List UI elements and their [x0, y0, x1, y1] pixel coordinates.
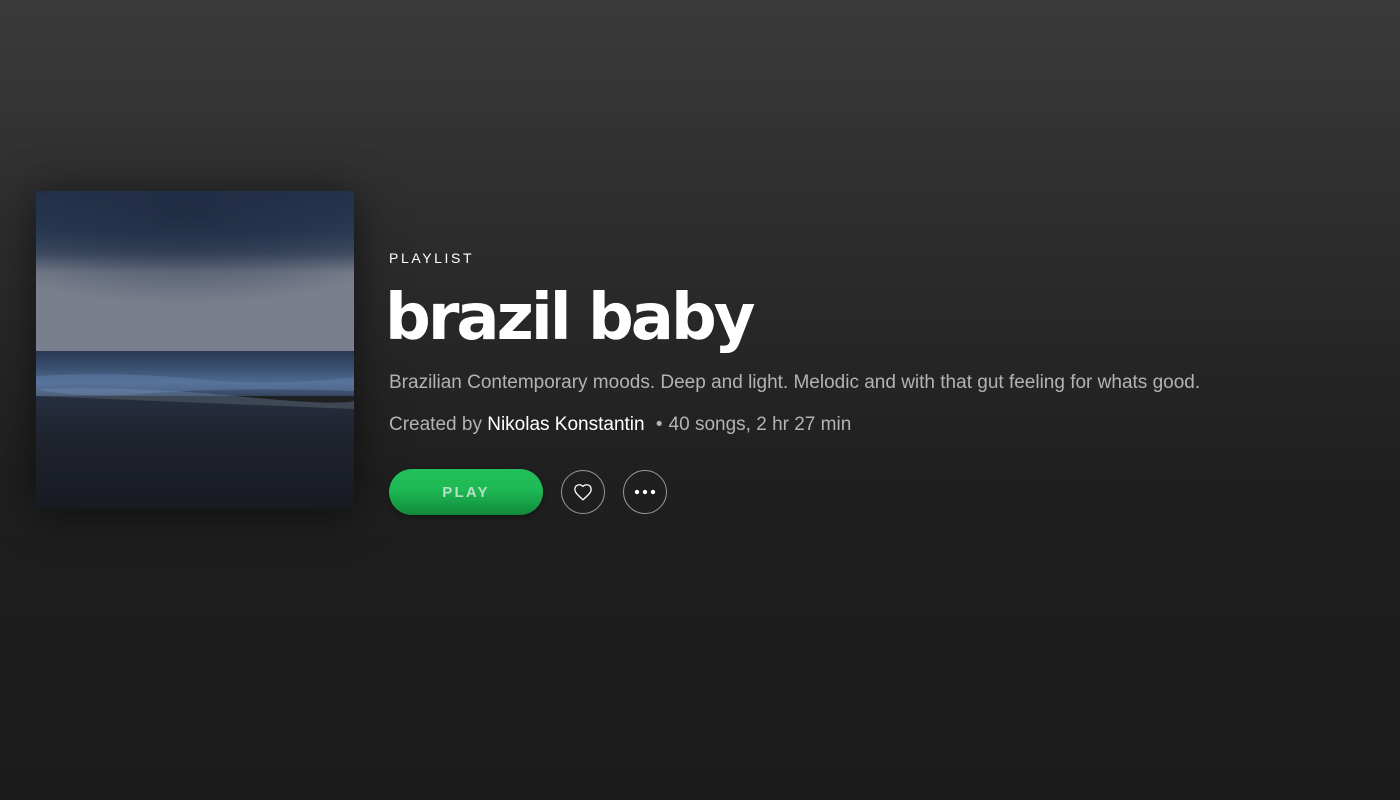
meta-separator: •	[655, 414, 663, 435]
playlist-description: Brazilian Contemporary moods. Deep and l…	[389, 372, 1201, 393]
owner-link[interactable]: Nikolas Konstantin	[487, 414, 644, 435]
more-dots-icon	[634, 489, 656, 495]
play-button[interactable]: PLAY	[389, 469, 543, 515]
playlist-actions: PLAY	[389, 469, 1369, 515]
playlist-title: brazil baby	[385, 281, 756, 355]
created-by-label: Created by	[389, 414, 482, 435]
playlist-type-label: PLAYLIST	[389, 250, 475, 266]
playlist-meta: Created by Nikolas Konstantin • 40 songs,…	[389, 413, 1369, 437]
playlist-cover-image	[36, 191, 354, 509]
more-options-button[interactable]	[623, 470, 667, 514]
heart-icon	[573, 483, 593, 501]
like-button[interactable]	[561, 470, 605, 514]
playlist-info: PLAYLIST brazil baby Brazilian Contempor…	[385, 249, 1369, 515]
playlist-stats: 40 songs, 2 hr 27 min	[668, 414, 852, 435]
